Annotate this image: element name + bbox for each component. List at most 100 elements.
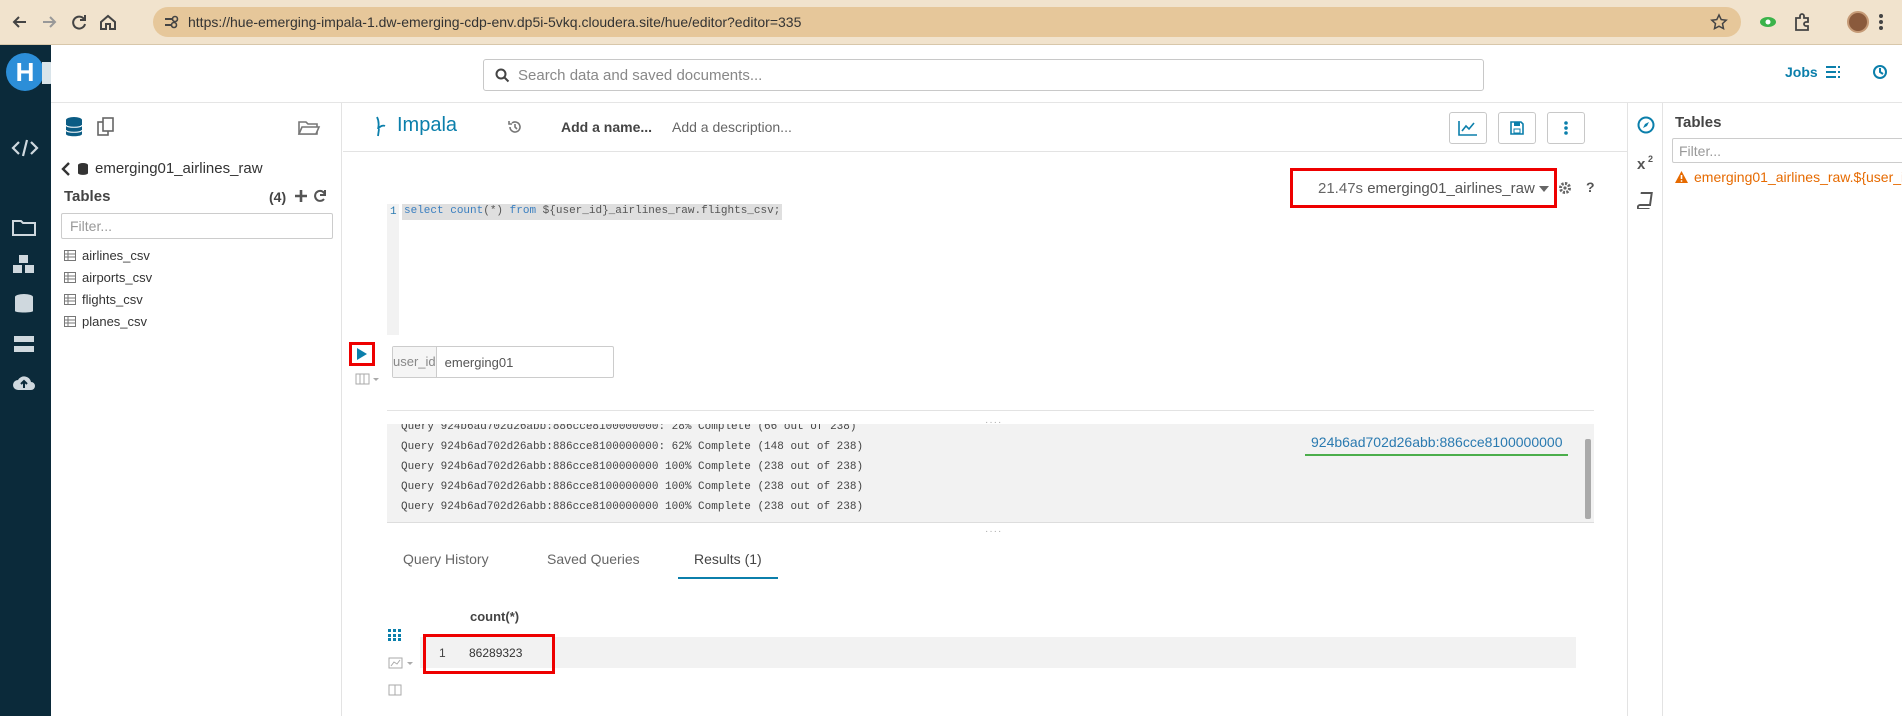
- database-breadcrumb[interactable]: emerging01_airlines_raw: [61, 160, 263, 177]
- gear-icon[interactable]: [1558, 181, 1572, 195]
- log-line: Query 924b6ad702d26abb:886cce8100000000:…: [401, 424, 857, 433]
- result-column-header[interactable]: count(*): [470, 609, 519, 624]
- table-item[interactable]: airlines_csv: [64, 244, 152, 266]
- tables-list: airlines_csv airports_csv flights_csv pl…: [64, 244, 152, 332]
- logs-scrollbar[interactable]: [1585, 439, 1591, 519]
- editor-code-icon[interactable]: [11, 137, 39, 159]
- reload-icon[interactable]: [68, 11, 90, 33]
- cubes-icon[interactable]: [11, 253, 37, 275]
- cloud-upload-icon[interactable]: [11, 372, 37, 394]
- database-icon[interactable]: [11, 293, 37, 315]
- job-history-icon[interactable]: [1872, 64, 1888, 80]
- variable-input-group: user_id: [392, 346, 621, 378]
- tables-heading: Tables: [64, 188, 111, 205]
- table-grid-icon: [64, 271, 76, 283]
- execute-button[interactable]: [349, 342, 375, 366]
- sql-database-tab-icon[interactable]: [64, 116, 84, 138]
- forward-arrow-icon[interactable]: [38, 11, 60, 33]
- url-text: https://hue-emerging-impala-1.dw-emergin…: [188, 14, 802, 30]
- column-view-icon[interactable]: [388, 684, 402, 696]
- extension-eye-icon[interactable]: [1757, 11, 1779, 33]
- more-options-button[interactable]: [1547, 112, 1585, 144]
- table-item[interactable]: flights_csv: [64, 288, 152, 310]
- database-small-icon: [77, 162, 89, 176]
- table-row[interactable]: 1 86289323: [420, 637, 1576, 668]
- chart-button[interactable]: [1449, 112, 1487, 144]
- code-line[interactable]: select count(*) from ${user_id}_airlines…: [402, 204, 783, 220]
- tables-count: (4): [269, 189, 287, 205]
- compass-icon[interactable]: [1637, 116, 1655, 134]
- table-item[interactable]: airports_csv: [64, 266, 152, 288]
- search-icon: [495, 68, 510, 83]
- snippet-database-selector[interactable]: 21.47s emerging01_airlines_raw: [1290, 168, 1557, 208]
- engine-title[interactable]: Impala: [397, 114, 457, 137]
- query-name-input[interactable]: Add a name...: [561, 119, 652, 135]
- extensions-puzzle-icon[interactable]: [1791, 11, 1813, 33]
- warning-table-item[interactable]: emerging01_airlines_raw.${user_id}: [1675, 169, 1902, 185]
- right-tables-filter[interactable]: [1672, 138, 1902, 163]
- book-icon[interactable]: [1637, 191, 1655, 209]
- function-count: count: [450, 205, 484, 217]
- table-item[interactable]: planes_csv: [64, 310, 152, 332]
- profile-avatar[interactable]: [1847, 11, 1869, 33]
- table-name: flights_csv: [82, 291, 143, 307]
- address-bar[interactable]: https://hue-emerging-impala-1.dw-emergin…: [153, 7, 1741, 37]
- warning-triangle-icon: [1675, 171, 1688, 183]
- server-stack-icon[interactable]: [11, 333, 37, 355]
- variable-value-input[interactable]: [436, 347, 621, 377]
- snippet-options-icon[interactable]: [355, 372, 381, 386]
- sql-editor[interactable]: 1 select count(*) from ${user_id}_airlin…: [387, 204, 1591, 335]
- caret-down-icon[interactable]: [1538, 186, 1549, 193]
- chart-view-icon[interactable]: [388, 657, 416, 669]
- database-select[interactable]: emerging01_airlines_raw: [1367, 180, 1535, 197]
- query-logs[interactable]: Query 924b6ad702d26abb:886cce8100000000:…: [387, 424, 1594, 523]
- browser-menu-icon[interactable]: [1878, 11, 1884, 33]
- resize-grip[interactable]: ····: [985, 526, 1002, 537]
- warning-table-name: emerging01_airlines_raw.${user_id}: [1694, 169, 1902, 185]
- back-arrow-icon[interactable]: [9, 11, 31, 33]
- table-grid-icon: [64, 293, 76, 305]
- site-info-icon[interactable]: [164, 15, 180, 29]
- log-line: Query 924b6ad702d26abb:886cce8100000000:…: [401, 441, 864, 453]
- search-input[interactable]: [518, 65, 1458, 85]
- tab-results[interactable]: Results (1): [694, 551, 762, 567]
- chevron-left-icon[interactable]: [61, 161, 71, 176]
- right-assist-bar: x2: [1627, 103, 1663, 716]
- global-search[interactable]: [483, 59, 1484, 91]
- hue-logo[interactable]: H: [6, 53, 44, 91]
- home-icon[interactable]: [97, 11, 119, 33]
- divider: [387, 410, 1594, 411]
- log-line: Query 924b6ad702d26abb:886cce8100000000 …: [401, 481, 864, 493]
- help-icon[interactable]: ?: [1586, 179, 1595, 195]
- vertical-dots-icon: [1564, 121, 1568, 135]
- add-table-icon[interactable]: [294, 189, 308, 203]
- impala-engine-icon: [373, 115, 389, 137]
- keyword-select: select: [404, 205, 444, 217]
- bookmark-star-icon[interactable]: [1710, 13, 1728, 31]
- tables-filter[interactable]: [61, 213, 333, 239]
- query-description-input[interactable]: Add a description...: [672, 119, 792, 135]
- right-filter-input[interactable]: [1673, 139, 1902, 162]
- right-tables-panel: Tables emerging01_airlines_raw.${user_id…: [1663, 103, 1902, 716]
- result-highlight-box: [423, 634, 555, 674]
- jobs-link[interactable]: Jobs: [1785, 64, 1818, 80]
- save-disk-icon: [1510, 121, 1524, 135]
- tab-saved-queries[interactable]: Saved Queries: [547, 551, 640, 567]
- query-id-link[interactable]: 924b6ad702d26abb:886cce8100000000: [1305, 434, 1569, 456]
- execution-info: 21.47s emerging01_airlines_raw: [1318, 180, 1549, 197]
- refresh-icon[interactable]: [313, 189, 327, 203]
- assist-panel: emerging01_airlines_raw Tables (4) airli…: [51, 103, 342, 716]
- tables-filter-input[interactable]: [62, 214, 332, 238]
- documents-tab-icon[interactable]: [96, 116, 116, 138]
- table-grid-icon: [64, 249, 76, 261]
- open-folder-icon[interactable]: [297, 116, 321, 138]
- folder-documents-icon[interactable]: [11, 215, 37, 237]
- app-sidebar: H: [0, 45, 54, 716]
- query-history-icon[interactable]: [507, 119, 523, 135]
- functions-x2-icon[interactable]: x2: [1637, 153, 1657, 171]
- grid-view-icon[interactable]: [388, 629, 402, 641]
- jobs-list-icon[interactable]: [1825, 65, 1841, 79]
- line-chart-icon: [1458, 121, 1477, 136]
- save-button[interactable]: [1498, 112, 1536, 144]
- tab-query-history[interactable]: Query History: [403, 551, 489, 567]
